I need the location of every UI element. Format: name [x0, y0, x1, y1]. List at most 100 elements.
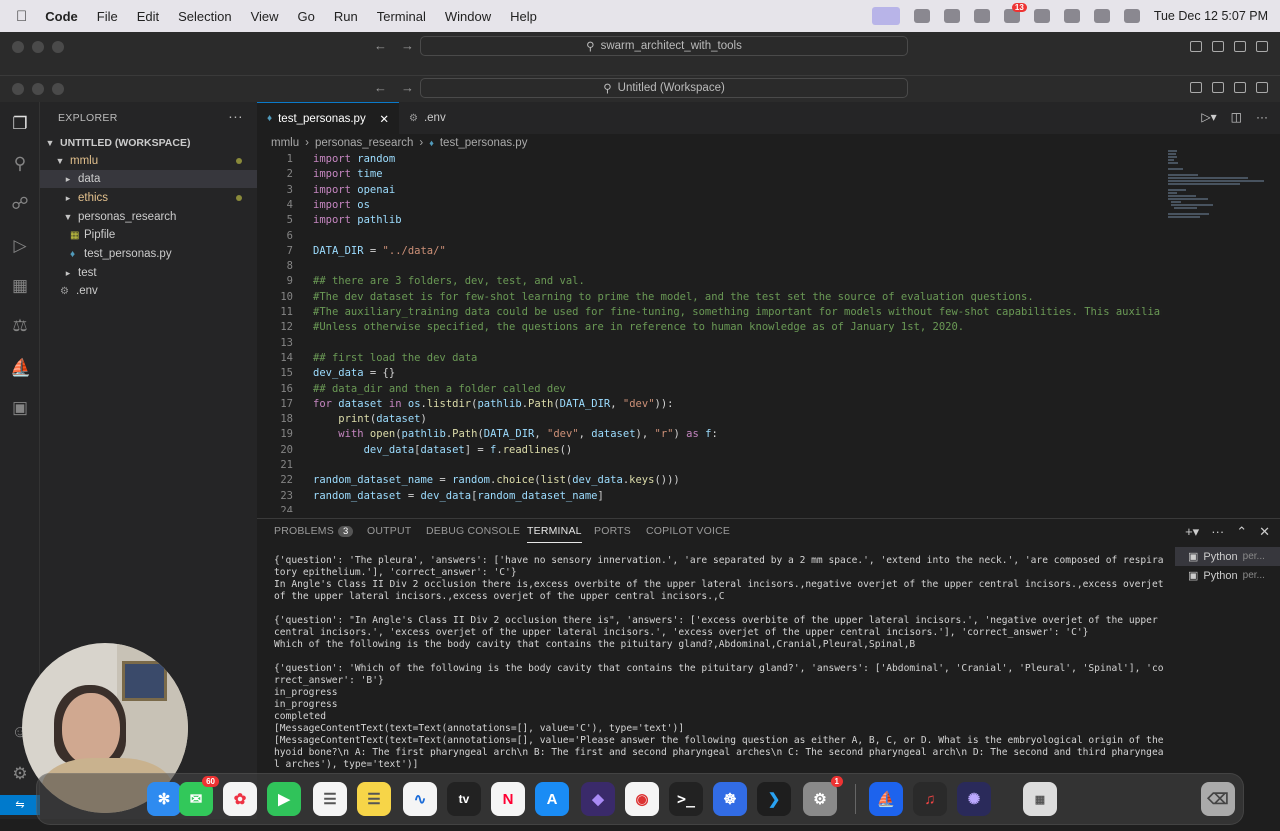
dock-terminal-icon[interactable]: >_	[669, 782, 703, 816]
tree-item-test-personas[interactable]: ♦ test_personas.py	[40, 245, 257, 263]
tab-terminal[interactable]: TERMINAL	[527, 525, 582, 543]
dock-appstore-icon[interactable]: A	[535, 782, 569, 816]
battery-icon[interactable]	[1033, 9, 1050, 23]
extensions-icon[interactable]: ▦	[10, 276, 30, 296]
tab-debug-console[interactable]: DEBUG CONSOLE	[426, 525, 520, 537]
new-terminal-icon[interactable]: +▾	[1185, 524, 1199, 540]
code-line[interactable]: for dataset in os.listdir(pathlib.Path(D…	[313, 398, 673, 410]
code-line[interactable]: ## first load the dev data	[313, 352, 477, 364]
testing-icon[interactable]: ⚖	[10, 316, 30, 336]
more-actions-icon[interactable]: ···	[1256, 110, 1268, 124]
code-line[interactable]: dev_data[dataset] = f.readlines()	[313, 444, 573, 456]
minimap[interactable]	[1168, 150, 1268, 390]
gear-tray-icon[interactable]	[913, 9, 930, 23]
tab-ports[interactable]: PORTS	[594, 525, 631, 537]
close-icon[interactable]: ✕	[379, 112, 389, 126]
menu-window[interactable]: Window	[445, 9, 491, 24]
menu-view[interactable]: View	[251, 9, 279, 24]
menu-terminal[interactable]: Terminal	[377, 9, 426, 24]
more-actions-icon[interactable]: ···	[228, 108, 243, 124]
dock-archive-icon[interactable]: ▦	[1023, 782, 1057, 816]
menu-go[interactable]: Go	[298, 9, 315, 24]
grammarly-icon[interactable]	[943, 9, 960, 23]
dock-kubernetes-icon[interactable]: ☸	[713, 782, 747, 816]
code-line[interactable]: ## there are 3 folders, dev, test, and v…	[313, 275, 585, 287]
apple-menu-icon[interactable]: 	[16, 8, 27, 25]
more-actions-icon[interactable]: ···	[1211, 524, 1224, 540]
terminal-item[interactable]: ▣ Python per...	[1175, 547, 1280, 566]
tab-output[interactable]: OUTPUT	[367, 525, 411, 537]
dock-reminders-icon[interactable]: ☰	[313, 782, 347, 816]
dock-freeform-icon[interactable]: ∿	[403, 782, 437, 816]
close-icon[interactable]: ✕	[1259, 524, 1270, 540]
split-editor-icon[interactable]: ◫	[1231, 110, 1242, 124]
menu-edit[interactable]: Edit	[137, 9, 159, 24]
menu-selection[interactable]: Selection	[178, 9, 231, 24]
dock-notes-icon[interactable]: ☰	[357, 782, 391, 816]
back-window-command-center[interactable]: ⚲ swarm_architect_with_tools	[420, 36, 908, 56]
dock-chrome-icon[interactable]: ◉	[625, 782, 659, 816]
menu-app-name[interactable]: Code	[45, 9, 78, 24]
menu-file[interactable]: File	[97, 9, 118, 24]
maximize-panel-icon[interactable]: ⌃	[1236, 524, 1247, 540]
breadcrumb-item[interactable]: test_personas.py	[440, 137, 528, 149]
run-debug-icon[interactable]: ▷	[10, 236, 30, 256]
tree-item-personas-research[interactable]: ▼ personas_research	[40, 208, 257, 226]
terminal-output[interactable]: {'question': 'The pleura', 'answers': ['…	[274, 555, 1164, 771]
code-line[interactable]: dev_data = {}	[313, 367, 395, 379]
tab-copilot-voice[interactable]: COPILOT VOICE	[646, 525, 730, 537]
tree-item-env[interactable]: ⚙ .env	[40, 282, 257, 300]
search-icon[interactable]: ⚲	[10, 154, 30, 174]
layout-controls[interactable]	[1190, 82, 1268, 93]
workspace-header[interactable]: ▼ UNTITLED (WORKSPACE)	[40, 134, 257, 152]
terminal-item[interactable]: ▣ Python per...	[1175, 566, 1280, 585]
dock-perplexity-icon[interactable]: ✺	[957, 782, 991, 816]
screen-record-icon[interactable]	[871, 7, 900, 25]
tree-item-data[interactable]: ▸ data	[40, 170, 257, 188]
back-window-traffic-lights[interactable]	[12, 41, 64, 53]
docker-tray-icon[interactable]	[973, 9, 990, 23]
remote-indicator[interactable]: ⇋	[0, 795, 40, 815]
code-line[interactable]: print(dataset)	[313, 413, 427, 425]
dock-safari-icon[interactable]: ✻	[147, 782, 181, 816]
tab-test-personas[interactable]: ♦ test_personas.py ✕	[257, 102, 399, 134]
tree-item-mmlu[interactable]: ▼ mmlu	[40, 152, 257, 170]
command-center[interactable]: ⚲ Untitled (Workspace)	[420, 78, 908, 98]
tree-item-test[interactable]: ▸ test	[40, 264, 257, 282]
control-center-icon[interactable]	[1123, 9, 1140, 23]
menu-run[interactable]: Run	[334, 9, 358, 24]
spotlight-search-icon[interactable]	[1093, 9, 1110, 23]
notification-tray-icon[interactable]: 13	[1003, 3, 1027, 23]
window-traffic-lights[interactable]	[12, 83, 64, 95]
explorer-icon[interactable]: ❐	[10, 114, 30, 134]
code-line[interactable]: random_dataset_name = random.choice(list…	[313, 474, 680, 486]
menu-help[interactable]: Help	[510, 9, 537, 24]
code-line[interactable]: import pathlib	[313, 214, 402, 226]
dock-messages-icon[interactable]: ✉ 60	[179, 776, 219, 816]
dock-tv-icon[interactable]: tv	[447, 782, 481, 816]
source-control-icon[interactable]: ☍	[10, 194, 30, 214]
dock-trash-icon[interactable]: ⌫	[1201, 782, 1235, 816]
code-line[interactable]: with open(pathlib.Path(DATA_DIR, "dev", …	[313, 428, 717, 440]
tab-problems[interactable]: PROBLEMS 3	[274, 525, 354, 537]
remote-explorer-icon[interactable]: ▣	[10, 398, 30, 418]
code-line[interactable]: import time	[313, 168, 383, 180]
code-line[interactable]: import os	[313, 199, 370, 211]
tree-item-pipfile[interactable]: ▦ Pipfile	[40, 226, 257, 244]
code-line[interactable]: #The auxiliary_training data could be us…	[313, 306, 1162, 318]
breadcrumb-item[interactable]: mmlu	[271, 137, 299, 149]
tree-item-ethics[interactable]: ▸ ethics	[40, 189, 257, 207]
dock-news-icon[interactable]: N	[491, 782, 525, 816]
dock-vscode-icon[interactable]: ❯	[757, 782, 791, 816]
code-line[interactable]: import openai	[313, 184, 395, 196]
code-line[interactable]: #Unless otherwise specified, the questio…	[313, 321, 964, 333]
dock-obsidian-icon[interactable]: ◆	[581, 782, 615, 816]
dock-settings-icon[interactable]: ⚙ 1	[803, 776, 843, 816]
dock-docker-icon[interactable]: ⛵	[869, 782, 903, 816]
dock-audio-icon[interactable]: ♫	[913, 782, 947, 816]
dock-photos-icon[interactable]: ✿	[223, 782, 257, 816]
run-python-icon[interactable]: ▷▾	[1201, 110, 1216, 124]
code-line[interactable]: DATA_DIR = "../data/"	[313, 245, 446, 257]
back-window-layout-controls[interactable]	[1190, 41, 1268, 52]
manage-gear-icon[interactable]: ⚙	[10, 764, 30, 784]
